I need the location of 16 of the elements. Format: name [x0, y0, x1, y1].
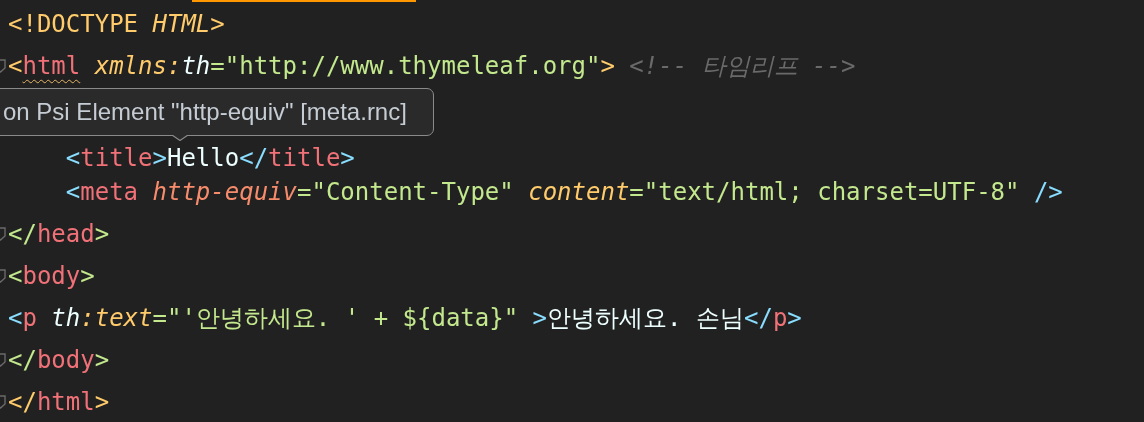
fold-icon[interactable] [0, 353, 7, 367]
code-line: <body> [8, 261, 95, 291]
code-line: </head> [8, 219, 110, 249]
code-line: <!DOCTYPE HTML> [8, 9, 225, 39]
code-line: <p th:text="'안녕하세요. ' + ${data}" >안녕하세요. 손님</p> [8, 303, 802, 333]
fold-icon[interactable] [0, 59, 7, 73]
code-line: <title>Hello</title> [64, 145, 355, 171]
code-line: <html xmlns:th="http://www.thymeleaf.org"> <!-- 타임리프 --> [8, 51, 856, 81]
tooltip: on Psi Element "http-equiv" [meta.rnc] [0, 88, 434, 136]
fold-icon[interactable] [0, 269, 7, 283]
code-line: <meta http-equiv="Content-Type" content="text/html; charset=UTF-8" /> [64, 177, 1063, 207]
fold-icon[interactable] [0, 395, 7, 409]
code-line: </html> [8, 387, 110, 417]
tooltip-pointer [172, 135, 188, 141]
fold-icon[interactable] [0, 227, 7, 241]
code-line: </body> [8, 345, 110, 375]
